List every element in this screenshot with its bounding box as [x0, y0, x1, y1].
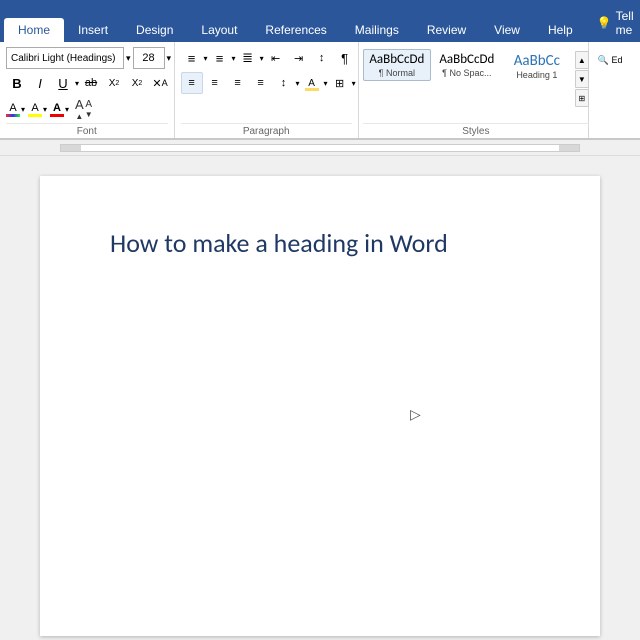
numbering-dropdown[interactable]: ▾ [232, 54, 236, 63]
subscript-button[interactable]: X2 [103, 72, 125, 94]
style-nospace-label: ¶ No Spac... [442, 68, 491, 78]
italic-button[interactable]: I [29, 72, 51, 94]
tab-home[interactable]: Home [4, 18, 64, 42]
tab-design[interactable]: Design [122, 18, 187, 42]
text-cursor: ▷ [410, 406, 422, 420]
tab-help[interactable]: Help [534, 18, 587, 42]
style-nospace-preview: AaBbCcDd [439, 52, 494, 68]
multilevel-dropdown[interactable]: ▾ [260, 54, 264, 63]
bullets-button[interactable]: ≡ [181, 47, 203, 69]
font-size-dropdown-arrow[interactable]: ▾ [167, 53, 172, 64]
font-name-input[interactable] [6, 47, 124, 69]
text-effects-dropdown[interactable]: ▾ [21, 105, 25, 114]
font-group-label: Font [6, 123, 168, 138]
increase-indent-button[interactable]: ⇥ [288, 47, 310, 69]
styles-group: AaBbCcDd ¶ Normal AaBbCcDd ¶ No Spac... … [359, 42, 589, 138]
tab-references[interactable]: References [251, 18, 340, 42]
tell-me-input[interactable]: 💡 Tell me [587, 4, 640, 42]
strikethrough-button[interactable]: ab [80, 72, 102, 94]
paragraph-group: ≡ ▾ ≡ ▾ ≣ ▾ ⇤ ⇥ ↕ ¶ ≡ ≡ ≡ ≡ ↕ [175, 42, 359, 138]
bold-button[interactable]: B [6, 72, 28, 94]
tab-insert[interactable]: Insert [64, 18, 122, 42]
style-normal-preview: AaBbCcDd [369, 52, 424, 68]
highlight-color-button[interactable]: A [28, 102, 42, 117]
underline-button[interactable]: U [52, 72, 74, 94]
text-effects-button[interactable]: A [6, 102, 20, 117]
paragraph-group-label: Paragraph [181, 123, 352, 138]
document-page[interactable]: How to make a heading in Word ▷ [40, 176, 600, 636]
align-left-button[interactable]: ≡ [181, 72, 203, 94]
line-spacing-button[interactable]: ↕ [273, 72, 295, 94]
style-normal-label: ¶ Normal [379, 68, 415, 78]
find-button[interactable]: 🔍 Ed [595, 49, 631, 71]
edit-group: 🔍 Ed [589, 42, 640, 138]
styles-scroll-down[interactable]: ▼ [575, 70, 589, 88]
tab-mailings[interactable]: Mailings [341, 18, 413, 42]
document-area[interactable]: How to make a heading in Word ▷ [0, 156, 640, 640]
style-h1-preview: AaBbCc [514, 52, 560, 70]
style-normal[interactable]: AaBbCcDd ¶ Normal [363, 49, 431, 81]
font-size-shrink-button[interactable]: A ▼ [85, 99, 93, 119]
multilevel-list-button[interactable]: ≣ [237, 47, 259, 69]
tab-layout[interactable]: Layout [187, 18, 251, 42]
borders-dropdown[interactable]: ▾ [352, 79, 356, 88]
ruler [0, 140, 640, 156]
font-group: ▾ ▾ B I U ▾ ab X2 X2 ✕A [0, 42, 175, 138]
show-hide-button[interactable]: ¶ [334, 47, 356, 69]
styles-group-label: Styles [363, 123, 589, 138]
styles-expand[interactable]: ⊞ [575, 89, 589, 107]
clear-formatting-button[interactable]: ✕A [149, 72, 171, 94]
bullets-dropdown[interactable]: ▾ [204, 54, 208, 63]
align-right-button[interactable]: ≡ [227, 72, 249, 94]
sort-button[interactable]: ↕ [311, 47, 333, 69]
font-name-dropdown-arrow[interactable]: ▾ [126, 53, 131, 64]
styles-scroll-up[interactable]: ▲ [575, 51, 589, 69]
justify-button[interactable]: ≡ [250, 72, 272, 94]
line-spacing-dropdown[interactable]: ▾ [296, 79, 300, 88]
font-size-input[interactable] [133, 47, 165, 69]
font-color-dropdown[interactable]: ▾ [65, 105, 69, 114]
shading-button[interactable]: A [301, 72, 323, 94]
font-color-button[interactable]: A [50, 102, 64, 117]
tab-view[interactable]: View [480, 18, 534, 42]
style-heading1[interactable]: AaBbCc Heading 1 [503, 49, 571, 83]
superscript-button[interactable]: X2 [126, 72, 148, 94]
decrease-indent-button[interactable]: ⇤ [265, 47, 287, 69]
highlight-dropdown[interactable]: ▾ [43, 105, 47, 114]
document-heading[interactable]: How to make a heading in Word [110, 226, 530, 261]
shading-dropdown[interactable]: ▾ [324, 79, 328, 88]
borders-button[interactable]: ⊞ [329, 72, 351, 94]
tab-review[interactable]: Review [413, 18, 480, 42]
style-no-spacing[interactable]: AaBbCcDd ¶ No Spac... [433, 49, 501, 81]
tab-bar: Home Insert Design Layout References Mai… [0, 0, 640, 42]
lightbulb-icon: 💡 [597, 16, 612, 30]
numbering-button[interactable]: ≡ [209, 47, 231, 69]
font-size-grow-button[interactable]: A ▲ [75, 97, 84, 121]
style-h1-label: Heading 1 [516, 70, 557, 80]
underline-dropdown[interactable]: ▾ [75, 79, 79, 88]
ribbon: ▾ ▾ B I U ▾ ab X2 X2 ✕A [0, 42, 640, 140]
align-center-button[interactable]: ≡ [204, 72, 226, 94]
